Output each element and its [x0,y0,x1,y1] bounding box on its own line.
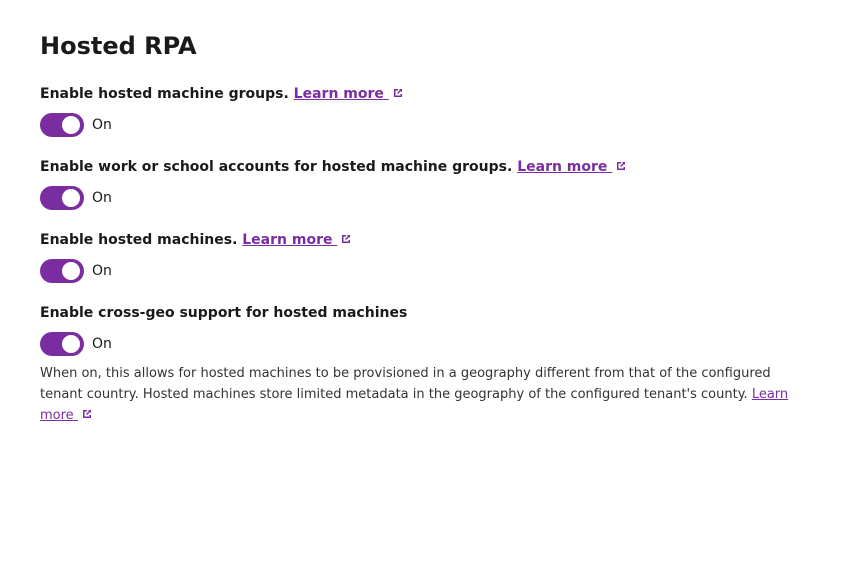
page-title: Hosted RPA [40,32,810,60]
toggle-label-4: On [92,336,112,352]
toggle-work-school-accounts[interactable] [40,186,84,210]
toggle-cross-geo[interactable] [40,332,84,356]
setting-hosted-machines: Enable hosted machines. Learn more On [40,230,810,283]
toggle-hosted-machine-groups[interactable] [40,113,84,137]
toggle-hosted-machines[interactable] [40,259,84,283]
external-link-icon-2 [615,160,627,172]
setting-label-4: Enable cross-geo support for hosted mach… [40,303,810,324]
setting-label-2: Enable work or school accounts for hoste… [40,157,810,178]
external-link-icon-1 [392,87,404,99]
learn-more-link-2[interactable]: Learn more [517,159,612,175]
setting-label-1: Enable hosted machine groups. Learn more [40,84,810,105]
toggle-label-2: On [92,190,112,206]
setting-cross-geo: Enable cross-geo support for hosted mach… [40,303,810,426]
setting-label-3: Enable hosted machines. Learn more [40,230,810,251]
cross-geo-description: When on, this allows for hosted machines… [40,364,810,426]
external-link-icon-3 [340,233,352,245]
toggle-label-1: On [92,117,112,133]
external-link-icon-4 [81,408,93,420]
learn-more-link-1[interactable]: Learn more [294,86,389,102]
toggle-label-3: On [92,263,112,279]
setting-hosted-machine-groups: Enable hosted machine groups. Learn more… [40,84,810,137]
setting-work-school-accounts: Enable work or school accounts for hoste… [40,157,810,210]
learn-more-link-3[interactable]: Learn more [242,232,337,248]
